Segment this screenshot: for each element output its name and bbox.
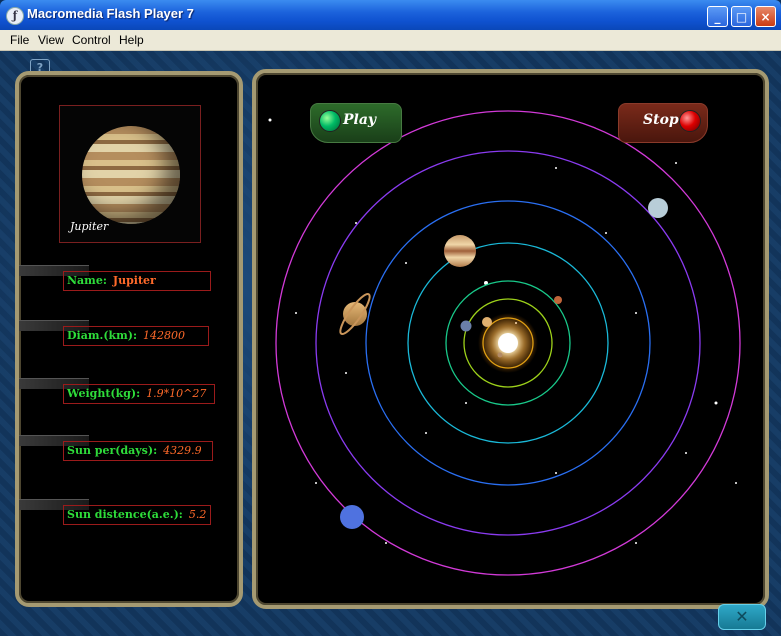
sun [498, 333, 518, 353]
diameter-label: Diam.(km): [67, 329, 138, 342]
planet-caption: Jupiter [70, 220, 109, 233]
name-value: Jupiter [112, 274, 156, 287]
sun-distance-value: 5.2 [188, 508, 207, 521]
planet-info-panel: Jupiter Name: Jupiter Diam.(km): 142800 We… [15, 71, 243, 607]
play-button[interactable]: Play [310, 103, 402, 143]
diameter-field: Diam.(km): 142800 [63, 326, 209, 346]
planet-mercury [497, 352, 503, 358]
flash-stage: ? Jupiter Name: Jupiter Diam.(km): 142800 … [0, 51, 781, 636]
menu-bar: File View Control Help [0, 30, 781, 51]
sun-distance-field: Sun distence(a.e.): 5.2 [63, 505, 211, 525]
close-button[interactable]: × [755, 6, 776, 27]
play-led-icon [319, 110, 341, 132]
window-title: Macromedia Flash Player 7 [27, 6, 194, 21]
planet-mars [554, 296, 562, 304]
menu-view[interactable]: View [38, 33, 64, 47]
maximize-button[interactable]: □ [731, 6, 752, 27]
planet-saturn [339, 293, 371, 335]
sun-distance-label: Sun distence(a.e.): [67, 508, 183, 521]
x-icon: ✕ [735, 607, 749, 626]
stop-led-icon [679, 110, 701, 132]
name-field: Name: Jupiter [63, 271, 211, 291]
planet-earth [460, 320, 472, 332]
sun-period-field: Sun per(days): 4329.9 [63, 441, 213, 461]
stop-label: Stop [643, 112, 679, 128]
flash-app-icon[interactable]: ƒ [6, 7, 24, 25]
weight-field: Weight(kg): 1.9*10^27 [63, 384, 215, 404]
name-label: Name: [67, 274, 107, 287]
planet-uranus [648, 198, 668, 218]
menu-file[interactable]: File [10, 33, 29, 47]
planet-jupiter [444, 235, 476, 267]
planet-venus [482, 317, 492, 327]
stop-button[interactable]: Stop [618, 103, 708, 143]
weight-label: Weight(kg): [67, 387, 141, 400]
minimize-button[interactable]: _ [707, 6, 728, 27]
play-label: Play [343, 112, 377, 128]
planet-preview-frame: Jupiter [59, 105, 201, 243]
exit-button[interactable]: ✕ [718, 604, 766, 630]
title-bar: ƒ Macromedia Flash Player 7 _ □ × [0, 0, 781, 30]
solar-system-panel: Play Stop [252, 69, 769, 609]
menu-control[interactable]: Control [72, 33, 111, 47]
sun-period-label: Sun per(days): [67, 444, 158, 457]
diameter-value: 142800 [143, 329, 186, 342]
planet-neptune [340, 505, 364, 529]
sun-period-value: 4329.9 [163, 444, 202, 457]
solar-system-view [268, 110, 741, 576]
jupiter-planet-image [82, 126, 180, 224]
weight-value: 1.9*10^27 [146, 387, 207, 400]
menu-help[interactable]: Help [119, 33, 144, 47]
